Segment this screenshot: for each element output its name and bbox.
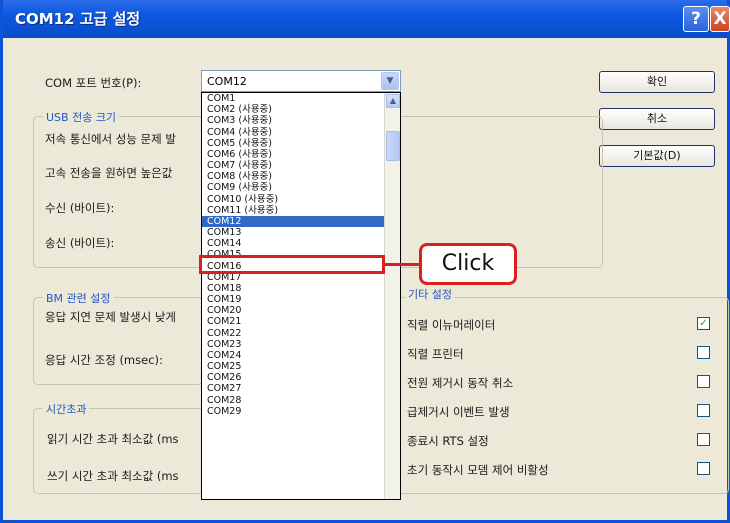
port-option[interactable]: COM27 [202,383,385,394]
port-dropdown-list[interactable]: COM1 COM2 (사용중) COM3 (사용중) COM4 (사용중) COM5 (… [201,92,401,500]
port-option[interactable]: COM28 [202,395,385,406]
option-checkbox[interactable] [697,346,710,359]
scrollbar-thumb[interactable] [386,131,400,161]
help-button[interactable]: ? [683,6,709,32]
port-option[interactable]: COM24 [202,350,385,361]
port-option[interactable]: COM29 [202,406,385,417]
port-option[interactable]: COM6 (사용중) [202,149,385,160]
port-option[interactable]: COM26 [202,372,385,383]
dropdown-scrollbar[interactable]: ▲ [384,93,400,499]
dialog-window: COM12 고급 설정 ? X COM 포트 번호(P): COM12 ▼ 확인… [0,0,730,523]
port-option[interactable]: COM4 (사용중) [202,127,385,138]
receive-label: 수신 (바이트): [45,201,115,215]
port-option[interactable]: COM5 (사용중) [202,138,385,149]
click-callout: Click [419,243,517,285]
port-option[interactable]: COM25 [202,361,385,372]
port-option[interactable]: COM19 [202,294,385,305]
port-option[interactable]: COM12 [202,215,385,228]
port-value: COM12 [207,75,247,88]
bm-line-1: 응답 지연 문제 발생시 낮게 [45,310,177,324]
usb-line-2: 고속 전송을 원하면 높은값 [45,166,173,180]
transmit-label: 송신 (바이트): [45,236,115,250]
port-option[interactable]: COM3 (사용중) [202,115,385,126]
port-option[interactable]: COM11 (사용중) [202,205,385,216]
option-checkbox[interactable]: ✓ [697,317,710,330]
option-label: 종료시 RTS 설정 [407,434,489,448]
port-option[interactable]: COM20 [202,305,385,316]
scroll-up-icon[interactable]: ▲ [386,94,400,108]
option-label: 직렬 프린터 [407,347,464,361]
port-option[interactable]: COM22 [202,328,385,339]
port-option[interactable]: COM10 (사용중) [202,194,385,205]
defaults-button[interactable]: 기본값(D) [599,145,715,167]
option-checkbox[interactable] [697,462,710,475]
port-option[interactable]: COM13 [202,227,385,238]
read-timeout-label: 읽기 시간 초과 최소값 (ms [47,432,179,446]
port-option[interactable]: COM8 (사용중) [202,171,385,182]
selection-highlight-frame [199,255,385,274]
option-label: 직렬 이뉴머레이터 [407,318,496,332]
port-option[interactable]: COM14 [202,238,385,249]
usb-group-title: USB 전송 크기 [43,109,120,125]
option-checkbox[interactable] [697,404,710,417]
bm-group-title: BM 관련 설정 [43,290,114,306]
callout-connector [385,263,419,266]
port-option[interactable]: COM23 [202,339,385,350]
option-checkbox[interactable] [697,375,710,388]
misc-group-title: 기타 설정 [405,286,455,302]
port-combobox[interactable]: COM12 ▼ [201,70,401,92]
cancel-button[interactable]: 취소 [599,108,715,130]
latency-label: 응답 시간 조정 (msec): [45,353,163,367]
port-option[interactable]: COM18 [202,283,385,294]
write-timeout-label: 쓰기 시간 초과 최소값 (ms [47,469,179,483]
port-label: COM 포트 번호(P): [45,76,142,90]
port-option[interactable]: COM2 (사용중) [202,104,385,115]
option-label: 전원 제거시 동작 취소 [407,376,514,390]
port-option[interactable]: COM21 [202,316,385,327]
usb-line-1: 저속 통신에서 성능 문제 발 [45,132,177,146]
port-option[interactable]: COM7 (사용중) [202,160,385,171]
title-bar[interactable]: COM12 고급 설정 ? X [3,0,730,38]
option-label: 초기 동작시 모뎀 제어 비활성 [407,463,549,477]
port-option[interactable]: COM9 (사용중) [202,182,385,193]
close-button[interactable]: X [710,6,730,32]
timeouts-group-title: 시간초과 [43,401,90,417]
chevron-down-icon[interactable]: ▼ [381,72,399,90]
port-option[interactable]: COM1 [202,93,385,104]
option-checkbox[interactable] [697,433,710,446]
option-label: 급제거시 이벤트 발생 [407,405,510,419]
ok-button[interactable]: 확인 [599,71,715,93]
window-title: COM12 고급 설정 [15,10,141,28]
